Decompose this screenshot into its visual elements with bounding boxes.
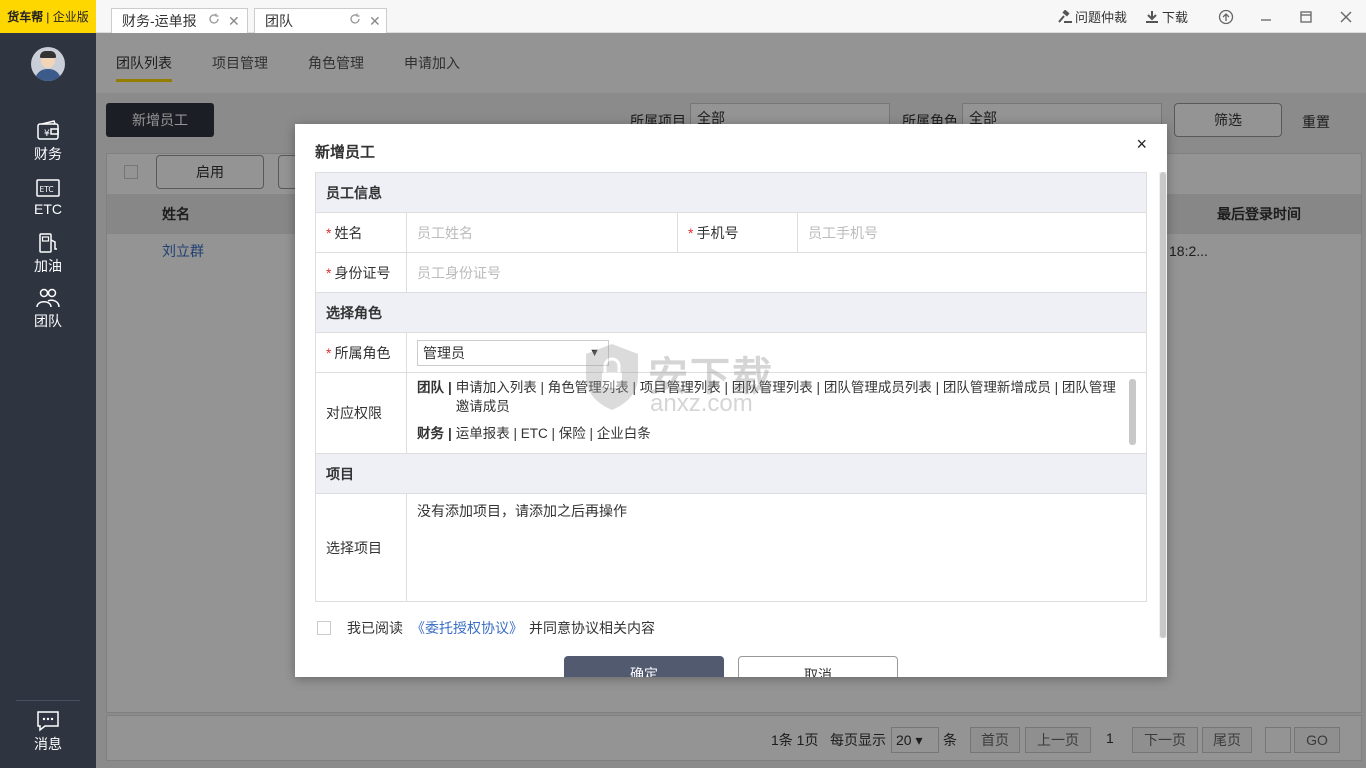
- permission-group-finance: 财务 | 运单报表 | ETC | 保险 | 企业白条: [417, 426, 651, 441]
- watermark: 安下载 anxz.com: [582, 342, 802, 422]
- name-label-text: 姓名: [334, 224, 363, 241]
- team-icon: [36, 288, 60, 308]
- confirm-button[interactable]: 确定: [564, 656, 724, 677]
- role-select[interactable]: 管理员▼: [417, 339, 609, 366]
- close-icon[interactable]: ✕: [369, 9, 381, 33]
- permission-items: 运单报表 | ETC | 保险 | 企业白条: [455, 426, 651, 441]
- id-label: * 身份证号: [316, 253, 407, 292]
- project-empty-message: 没有添加项目，请添加之后再操作: [417, 503, 627, 519]
- tab-label: 团队: [265, 13, 293, 29]
- sidebar-item-label: ETC: [34, 201, 62, 217]
- name-placeholder: 员工姓名: [417, 224, 473, 241]
- dispute-link[interactable]: 问题仲裁: [1058, 7, 1127, 26]
- close-icon[interactable]: ✕: [228, 9, 240, 33]
- id-number-input[interactable]: 员工身份证号: [407, 253, 1146, 292]
- upload-circle-icon: [1218, 9, 1234, 24]
- agreement-row: 我已阅读 《委托授权协议》 并同意协议相关内容: [317, 618, 655, 638]
- etc-card-icon: ETC: [36, 179, 60, 197]
- logo-edition: | 企业版: [46, 10, 89, 24]
- sidebar-item-finance[interactable]: ¥ 财务: [0, 120, 96, 172]
- download-icon: [1145, 10, 1158, 23]
- logo-edition-text: 企业版: [52, 10, 89, 24]
- sidebar-divider: [16, 700, 80, 701]
- logo-brand: 货车帮: [7, 10, 44, 24]
- minimize-icon: [1261, 18, 1271, 21]
- id-label-text: 身份证号: [334, 264, 391, 281]
- sidebar-item-fuel[interactable]: 加油: [0, 232, 96, 284]
- project-label: 选择项目: [316, 494, 407, 601]
- download-label: 下载: [1161, 10, 1188, 25]
- refresh-icon[interactable]: [349, 13, 361, 25]
- permission-group-name: 团队: [417, 380, 444, 395]
- name-input[interactable]: 员工姓名: [407, 213, 678, 252]
- cancel-button[interactable]: 取消: [738, 656, 898, 677]
- watermark-domain: anxz.com: [650, 390, 753, 417]
- svg-text:¥: ¥: [44, 129, 50, 139]
- top-bar: 财务-运单报 ✕ 团队 ✕ 问题仲裁 下载: [96, 0, 1366, 33]
- phone-placeholder: 员工手机号: [808, 224, 878, 241]
- id-placeholder: 员工身份证号: [417, 264, 501, 281]
- user-avatar[interactable]: [31, 47, 65, 81]
- dialog-close-button[interactable]: ×: [1136, 134, 1147, 155]
- permissions-scrollbar[interactable]: [1129, 379, 1136, 445]
- agreement-prefix: 我已阅读: [347, 620, 403, 636]
- agreement-suffix: 并同意协议相关内容: [529, 620, 655, 636]
- dialog-title: 新增员工: [315, 144, 376, 161]
- download-link[interactable]: 下载: [1145, 7, 1188, 26]
- fuel-pump-icon: [39, 233, 57, 253]
- role-label-text: 所属角色: [334, 344, 391, 361]
- phone-label: * 手机号: [678, 213, 798, 252]
- tab-label: 财务-运单报: [122, 13, 197, 29]
- permissions-label: 对应权限: [316, 373, 407, 453]
- role-label: * 所属角色: [316, 333, 407, 372]
- maximize-button[interactable]: [1286, 0, 1326, 33]
- maximize-icon: [1300, 10, 1312, 23]
- tab-finance-report[interactable]: 财务-运单报 ✕: [111, 8, 248, 33]
- dispute-label: 问题仲裁: [1074, 10, 1127, 25]
- svg-text:ETC: ETC: [40, 185, 54, 194]
- role-select-value: 管理员: [423, 344, 465, 361]
- section-project: 项目: [316, 454, 1146, 494]
- sidebar-item-label: 财务: [34, 146, 62, 162]
- sidebar-item-label: 加油: [34, 258, 62, 274]
- top-actions: 问题仲裁 下载: [1058, 0, 1366, 33]
- sidebar-item-label: 消息: [34, 736, 62, 752]
- agreement-checkbox[interactable]: [317, 621, 331, 635]
- form-row-project: 选择项目 没有添加项目，请添加之后再操作: [316, 494, 1146, 601]
- message-icon: [37, 711, 59, 732]
- phone-input[interactable]: 员工手机号: [798, 213, 1146, 252]
- agreement-link[interactable]: 《委托授权协议》: [411, 618, 523, 638]
- section-employee-info: 员工信息: [316, 173, 1146, 213]
- shield-lock-icon: [586, 344, 638, 410]
- app-logo: 货车帮 | 企业版: [0, 0, 96, 33]
- section-select-role: 选择角色: [316, 293, 1146, 333]
- sidebar-item-etc[interactable]: ETC ETC: [0, 177, 96, 229]
- gavel-icon: [1058, 9, 1072, 23]
- refresh-icon[interactable]: [208, 13, 220, 25]
- sidebar-item-team[interactable]: 团队: [0, 287, 96, 339]
- sidebar-item-messages[interactable]: 消息: [0, 710, 96, 762]
- form-row-name-phone: * 姓名 员工姓名 * 手机号 员工手机号: [316, 213, 1146, 253]
- minimize-button[interactable]: [1246, 0, 1286, 33]
- phone-label-text: 手机号: [696, 224, 739, 241]
- close-icon: ×: [1136, 134, 1147, 154]
- window-close-button[interactable]: [1326, 0, 1366, 33]
- upload-circle-button[interactable]: [1206, 0, 1246, 33]
- permission-group-name: 财务: [417, 426, 444, 441]
- tab-team[interactable]: 团队 ✕: [254, 8, 387, 33]
- dialog-scrollbar[interactable]: [1159, 172, 1167, 638]
- form-row-id: * 身份证号 员工身份证号: [316, 253, 1146, 293]
- sidebar: 货车帮 | 企业版 ¥ 财务 ETC ETC 加油 团队 消息: [0, 0, 96, 768]
- close-icon: [1340, 11, 1352, 22]
- name-label: * 姓名: [316, 213, 407, 252]
- sidebar-item-label: 团队: [34, 313, 62, 329]
- wallet-icon: ¥: [37, 120, 59, 140]
